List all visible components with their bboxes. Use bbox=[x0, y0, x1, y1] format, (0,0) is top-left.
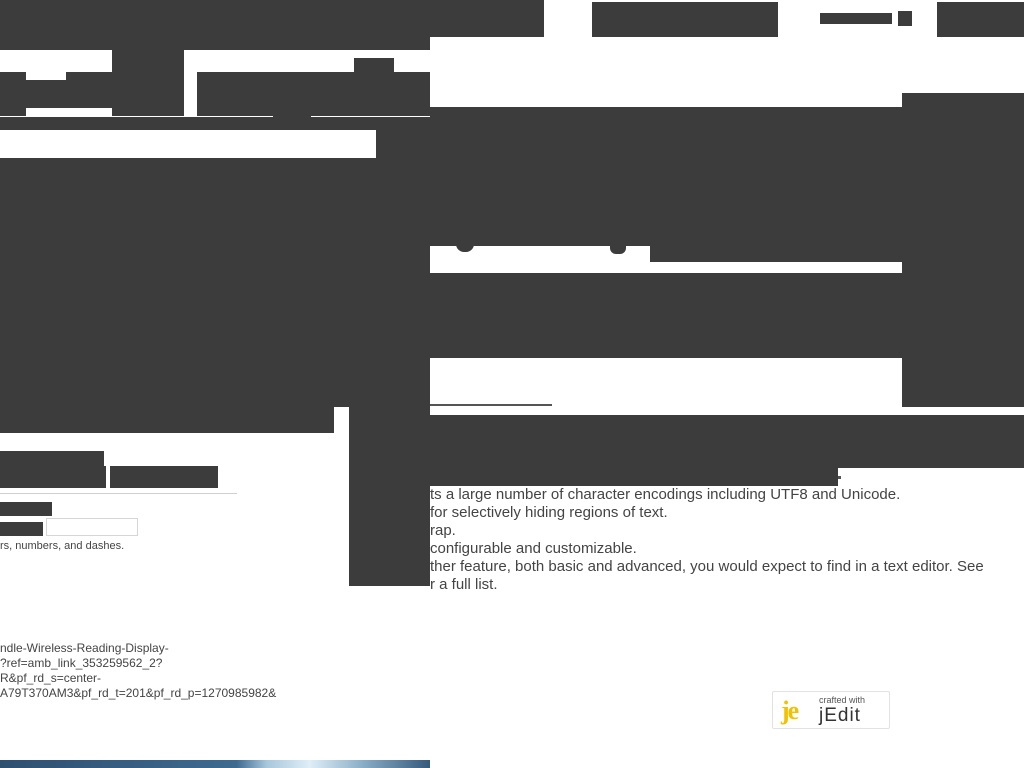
feature-item: for selectively hiding regions of text. bbox=[430, 504, 668, 521]
ad-url-text: ndle-Wireless-Reading-Display- ?ref=amb_… bbox=[0, 641, 277, 700]
form-heading-occluder bbox=[0, 451, 104, 466]
form-label-occluder bbox=[0, 502, 52, 516]
logo-occluder-8 bbox=[354, 58, 394, 78]
title-occluder bbox=[430, 107, 902, 236]
logo-occluder-1 bbox=[0, 72, 26, 116]
sidebar-column-occluder bbox=[349, 407, 430, 586]
heading-occluder-lower bbox=[430, 468, 838, 486]
jedit-logo-icon: je bbox=[781, 696, 799, 725]
username-hint: rs, numbers, and dashes. bbox=[0, 540, 125, 552]
nav-button-4[interactable] bbox=[937, 2, 1024, 37]
form-divider bbox=[0, 493, 237, 494]
feature-item: rap. bbox=[430, 522, 456, 539]
link-underline[interactable] bbox=[430, 404, 552, 406]
nav-button-3[interactable] bbox=[820, 13, 892, 24]
badge-brand: jEdit bbox=[819, 705, 861, 726]
form-tab-1[interactable] bbox=[0, 466, 106, 488]
badge-caption: crafted with bbox=[819, 695, 866, 705]
header-occluder-left bbox=[0, 0, 430, 50]
username-input[interactable] bbox=[46, 518, 138, 536]
feature-item: r a full list. bbox=[430, 576, 498, 593]
nav-small-icon[interactable] bbox=[898, 11, 912, 26]
feature-item: ther feature, both basic and advanced, y… bbox=[430, 558, 984, 575]
logo-occluder-4 bbox=[112, 50, 184, 116]
logo-occluder-6 bbox=[273, 72, 311, 118]
feature-list: ts a large number of character encodings… bbox=[430, 486, 1024, 594]
content-occluder-left-lower bbox=[0, 407, 334, 433]
title-occluder-lower bbox=[650, 236, 902, 262]
sidebar-right-occluder bbox=[902, 93, 1024, 407]
logo-occluder-7 bbox=[311, 72, 430, 116]
heading-occluder bbox=[430, 415, 1024, 468]
subtitle-occluder bbox=[430, 273, 902, 358]
feature-item: configurable and customizable. bbox=[430, 540, 637, 557]
product-photo[interactable] bbox=[0, 760, 430, 768]
period-dot bbox=[838, 476, 841, 479]
logo-occluder-5 bbox=[197, 72, 273, 116]
content-occluder-left bbox=[0, 158, 430, 407]
feature-item: ts a large number of character encodings… bbox=[430, 486, 901, 503]
form-tab-2[interactable] bbox=[110, 466, 218, 488]
form-button[interactable] bbox=[0, 522, 43, 536]
strip-occluder bbox=[0, 117, 430, 130]
logo-occluder-2 bbox=[26, 80, 66, 108]
title-glyph-remnant bbox=[430, 236, 650, 262]
nav-button-2[interactable] bbox=[592, 2, 778, 37]
content-occluder-left-tab bbox=[376, 130, 430, 158]
jedit-badge[interactable]: je crafted with jEdit bbox=[772, 691, 890, 729]
logo-occluder-3 bbox=[66, 72, 112, 108]
header-occluder-mid bbox=[430, 0, 544, 37]
